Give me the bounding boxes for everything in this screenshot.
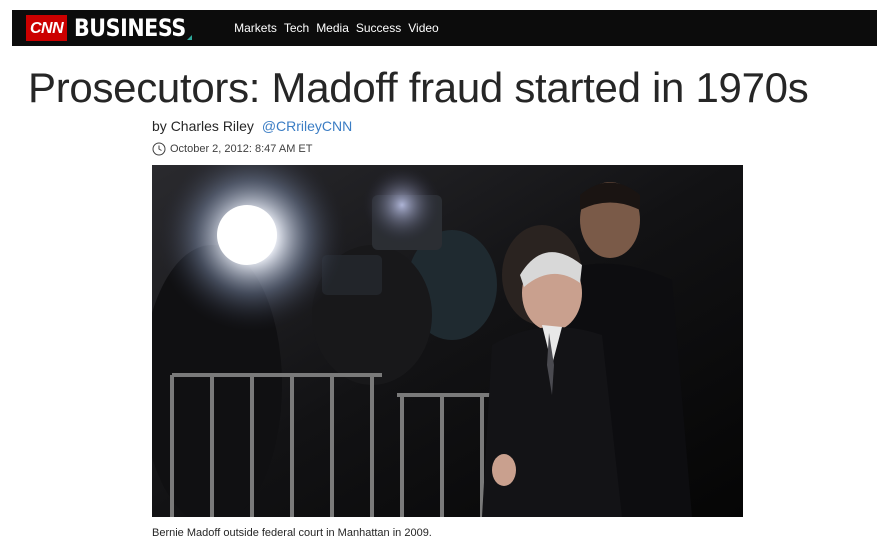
nav-item-video[interactable]: Video xyxy=(408,21,438,35)
byline: by Charles Riley @CRrileyCNN xyxy=(152,118,352,134)
byline-prefix: by xyxy=(152,118,167,134)
author-name[interactable]: Charles Riley xyxy=(171,118,254,134)
business-wordmark: BUSINESS xyxy=(74,14,186,42)
nav-item-markets[interactable]: Markets xyxy=(234,21,277,35)
section-nav: Markets Tech Media Success Video xyxy=(234,21,446,35)
clock-icon xyxy=(152,142,166,156)
photo-caption: Bernie Madoff outside federal court in M… xyxy=(152,527,432,539)
dateline: October 2, 2012: 8:47 AM ET xyxy=(152,142,312,156)
cnn-business-logo[interactable]: CNN BUSINESS xyxy=(26,14,193,42)
cnn-logo-mark: CNN xyxy=(26,15,68,41)
author-twitter-handle[interactable]: @CRrileyCNN xyxy=(262,118,352,134)
article-headline: Prosecutors: Madoff fraud started in 197… xyxy=(28,64,809,111)
publish-timestamp: October 2, 2012: 8:47 AM ET xyxy=(170,143,313,155)
top-nav-bar: CNN BUSINESS Markets Tech Media Success … xyxy=(12,10,877,46)
nav-item-tech[interactable]: Tech xyxy=(284,21,309,35)
photo-illustration xyxy=(152,165,743,517)
article-photo[interactable] xyxy=(152,165,743,517)
nav-item-media[interactable]: Media xyxy=(316,21,349,35)
nav-item-success[interactable]: Success xyxy=(356,21,401,35)
